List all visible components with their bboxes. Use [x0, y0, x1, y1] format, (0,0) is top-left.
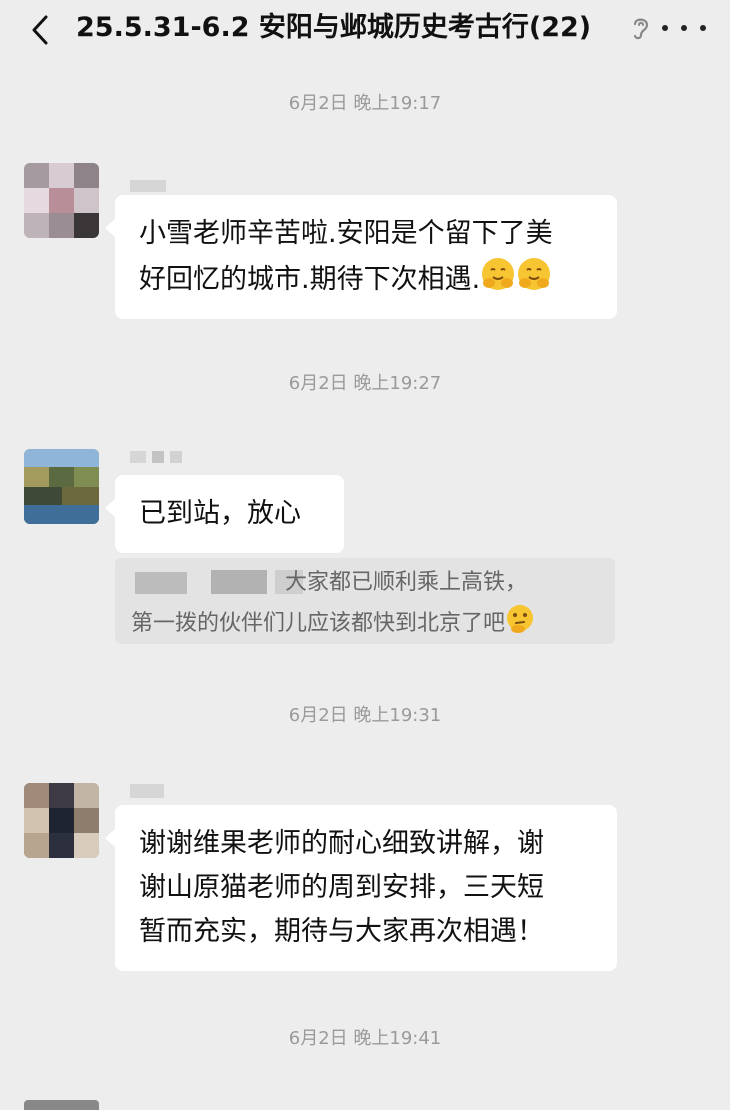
message-text-line: 已到站，放心 — [139, 498, 301, 529]
ear-icon[interactable] — [628, 14, 654, 42]
more-dot-icon — [681, 25, 687, 31]
sender-name — [130, 178, 166, 194]
quote-text-line: 大家都已顺利乘上高铁， — [285, 570, 528, 595]
hug-face-emoji-icon — [482, 258, 515, 290]
message-text-line: 暂而充实，期待与大家再次相遇！ — [139, 916, 544, 947]
quoted-message[interactable]: 大家都已顺利乘上高铁， 第一拨的伙伴们儿应该都快到北京了吧 — [115, 558, 615, 644]
avatar[interactable] — [24, 163, 99, 238]
sender-name — [130, 449, 182, 465]
message-text-line: 小雪老师辛苦啦.安阳是个留下了美 — [139, 218, 553, 249]
message-text-line: 谢谢维果老师的耐心细致讲解，谢 — [139, 828, 544, 859]
back-button[interactable] — [22, 12, 58, 48]
thinking-face-emoji-icon — [507, 605, 534, 633]
more-dot-icon — [662, 25, 668, 31]
timestamp: 6月2日 晚上19:31 — [288, 705, 442, 726]
timestamp: 6月2日 晚上19:27 — [288, 373, 442, 394]
chat-header: 25.5.31-6.2 安阳与邺城历史考古行(22) — [0, 0, 730, 64]
avatar[interactable] — [24, 783, 99, 858]
more-dot-icon — [700, 25, 706, 31]
chat-title: 25.5.31-6.2 安阳与邺城历史考古行(22) — [76, 12, 592, 43]
message-bubble[interactable]: 已到站，放心 — [105, 475, 344, 553]
timestamp: 6月2日 晚上19:17 — [288, 93, 442, 114]
message-text-line: 好回忆的城市.期待下次相遇. — [139, 264, 481, 295]
avatar[interactable] — [24, 449, 99, 524]
chevron-left-icon — [32, 15, 48, 45]
message-text-line: 谢山原猫老师的周到安排，三天短 — [139, 872, 544, 903]
quote-text: 第一拨的伙伴们儿应该都快到北京了吧 — [131, 611, 506, 636]
more-button[interactable] — [662, 12, 706, 44]
hug-face-emoji-icon — [518, 258, 551, 290]
message-bubble[interactable]: 小雪老师辛苦啦.安阳是个留下了美 好回忆的城市.期待下次相遇. — [105, 195, 617, 319]
blurred-name — [211, 570, 267, 594]
blurred-name — [135, 572, 187, 594]
avatar[interactable] — [24, 1100, 99, 1110]
timestamp: 6月2日 晚上19:41 — [288, 1028, 442, 1049]
sender-name — [130, 783, 164, 799]
quote-text-line-2: 第一拨的伙伴们儿应该都快到北京了吧 — [131, 604, 535, 639]
message-bubble[interactable]: 谢谢维果老师的耐心细致讲解，谢 谢山原猫老师的周到安排，三天短 暂而充实，期待与… — [105, 805, 617, 971]
